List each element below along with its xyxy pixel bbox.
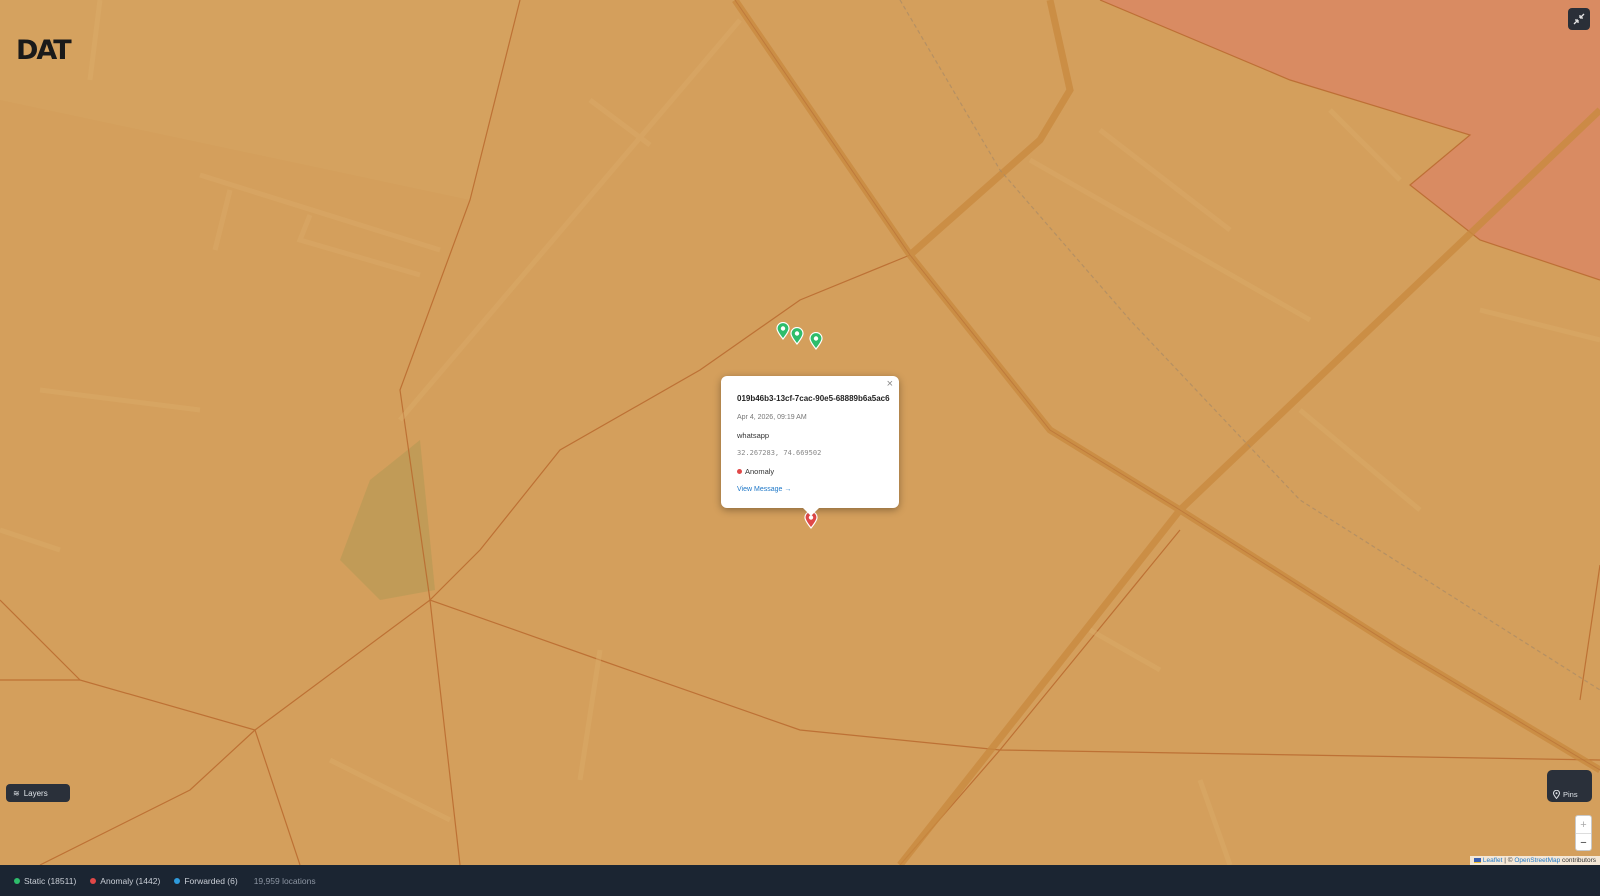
collapse-icon [1573,13,1585,25]
legend-label: Forwarded (6) [184,875,238,886]
legend-dot [14,877,20,884]
svg-text:DAT: DAT [16,36,72,62]
osm-link[interactable]: OpenStreetMap [1514,857,1560,864]
layers-button[interactable]: ≋ Layers [6,784,70,802]
legend-dot [174,877,181,884]
message-coordinates: 32.267283, 74.669502 [737,449,822,457]
zoom-control: + − [1575,815,1592,851]
legend-forwarded[interactable]: Forwarded (6) [174,875,238,886]
status-bar: Static (18511) Anomaly (1442) Forwarded … [0,865,1600,896]
message-app: whatsapp [737,431,770,440]
message-id: 019b46b3-13cf-7cac-90e5-68889b6a5ac6 [737,394,890,403]
layers-label: Layers [23,788,48,798]
attribution-separator: | [1504,857,1506,864]
popup-close-button[interactable]: × [887,378,893,390]
exit-fullscreen-button[interactable] [1568,8,1590,30]
map-canvas[interactable]: DAT × 019b46b3-13cf-7cac-90e5-68889b6a5a… [0,0,1600,865]
message-status: Anomaly [737,467,883,476]
map-attribution: Leaflet | © OpenStreetMap contributors [1469,856,1600,865]
leaflet-flag-icon [1473,857,1481,863]
legend-label: Static (18511) [24,875,77,886]
map-pin-static[interactable] [790,327,804,345]
legend-anomaly[interactable]: Anomaly (1442) [90,876,160,886]
pins-panel: Pins [1547,770,1592,802]
osm-copyright: © [1507,857,1513,864]
location-count: 19,959 locations [253,875,316,886]
legend-static[interactable]: Static (18511) [14,876,76,886]
pins-label: Pins [1563,790,1578,799]
map-pin-static[interactable] [776,322,790,340]
leaflet-link[interactable]: Leaflet [1483,857,1503,864]
view-message-link[interactable]: View Message → [737,486,883,493]
dat-logo: DAT [16,36,74,62]
map-pin-static[interactable] [809,332,823,350]
status-dot [737,469,742,474]
zoom-out-button[interactable]: − [1576,833,1591,851]
attribution-suffix: contributors [1562,857,1596,864]
message-date: Apr 4, 2026, 09:19 AM [737,414,807,421]
layers-icon: ≋ [13,788,20,798]
map-pin-icon [1553,790,1560,799]
pins-button[interactable]: Pins [1553,790,1578,799]
legend-dot [90,877,97,884]
legend-label: Anomaly (1442) [100,875,161,886]
status-label: Anomaly [745,467,775,476]
zoom-in-button[interactable]: + [1576,816,1591,833]
location-popup: × 019b46b3-13cf-7cac-90e5-68889b6a5ac6 A… [721,376,899,516]
